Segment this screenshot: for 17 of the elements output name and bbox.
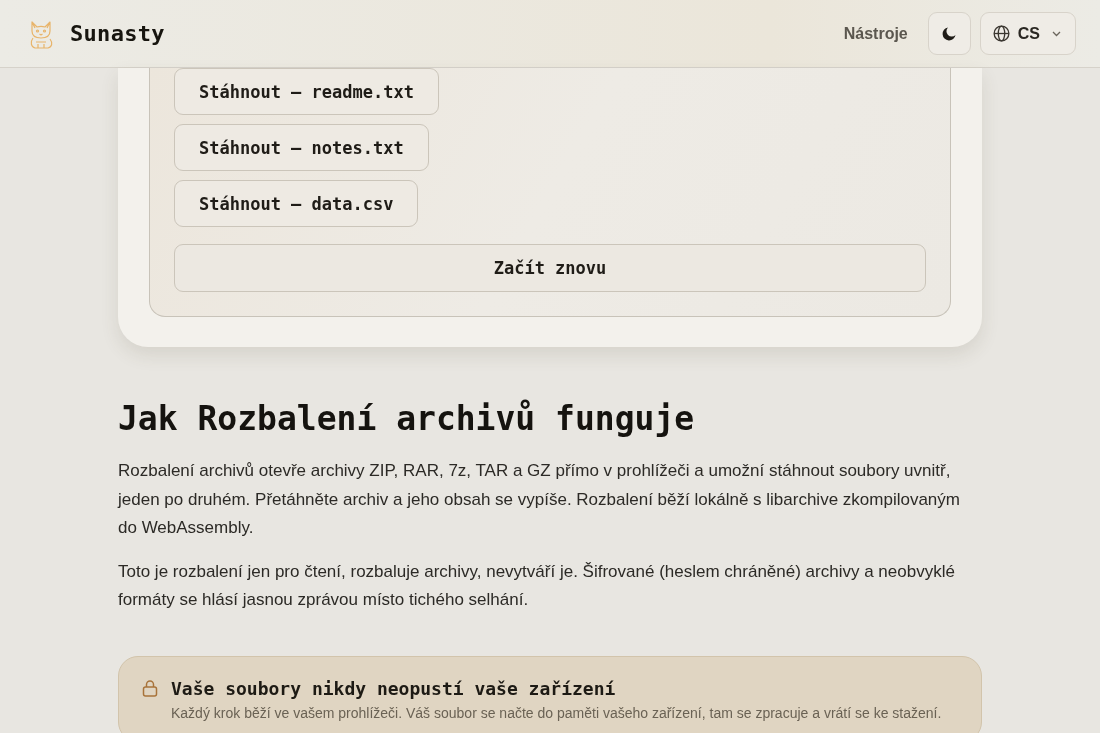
body-paragraph: Rozbalení archivů otevře archivy ZIP, RAR, 7z, TAR a GZ přímo v prohlížeči a umožní stáhnout soubory uvnitř, jeden po druhém. Přetáhněte archiv a jeho obsah se vypíše. Rozbalení běží lokálně s libarchive zkompilovaným do WebAssembly.	[118, 460, 961, 539]
section-heading: Jak Rozbalení archivů funguje	[118, 399, 696, 439]
lock-icon	[142, 679, 158, 697]
download-button[interactable]: Stáhnout – data.csv	[174, 180, 419, 227]
tools-link[interactable]: Nástroje	[843, 24, 908, 43]
brand-name[interactable]: Sunasty	[70, 21, 165, 46]
notice-title: Vaše soubory nikdy neopustí vaše zařízení	[171, 677, 617, 699]
moon-icon	[942, 26, 957, 41]
restart-button[interactable]: Začít znovu	[174, 244, 926, 292]
download-button[interactable]: Stáhnout – readme.txt	[174, 68, 439, 115]
notice-text: Každý krok běží ve vašem prohlížeči. Váš soubor se načte do paměti vašeho zařízení, tam se zpracuje a vrátí se ke stažení.	[171, 704, 943, 721]
body-paragraph: Toto je rozbalení jen pro čtení, rozbaluje archivy, nevytváří je. Šifrované (heslem chráněné) archivy a neobvyklé formáty se hlásí jasnou zprávou místo tichého selhání.	[118, 560, 956, 611]
chevron-down-icon	[1052, 30, 1061, 37]
theme-toggle-button[interactable]	[927, 12, 971, 55]
download-button[interactable]: Stáhnout – notes.txt	[174, 124, 429, 171]
globe-icon	[992, 25, 1010, 42]
language-selector[interactable]: CS	[979, 12, 1076, 55]
